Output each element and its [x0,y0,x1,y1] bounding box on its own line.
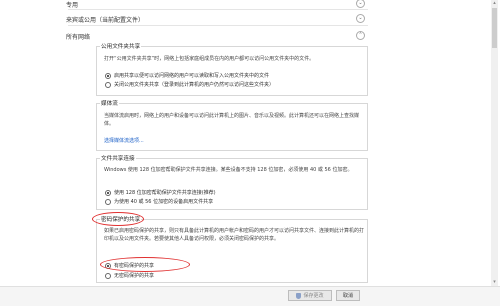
file-sharing-desc: Windows 使用 128 位加密帮助保护文件共享连接。某些设备不支持 128… [104,167,353,173]
radio-label: 无密码保护的共享 [114,273,155,279]
radio-label: 使用 128 位加密帮助保护文件共享连接(推荐) [114,190,216,196]
radio-public-on[interactable]: 启用共享以便可以访问网络的用户可以读取和写入公用文件夹中的文件 [105,72,269,79]
footer-bar [0,286,500,306]
divider [68,9,368,10]
radio-password-off[interactable]: 无密码保护的共享 [105,272,154,279]
shield-icon [296,292,302,299]
radio-unselected-icon [105,272,111,279]
scrollbar[interactable]: ▴ ▾ [491,0,498,286]
save-changes-button[interactable]: 保存更改 [288,290,332,301]
public-folder-group [96,46,368,96]
section-guest-title[interactable]: 来宾或公用（当前配置文件） [66,15,144,24]
radio-selected-icon [105,189,111,196]
scroll-thumb[interactable] [492,8,497,48]
media-desc: 当媒体流启用时，网络上的用户和设备可以访问此计算机上的图片、音乐以及视频。此计算… [104,113,360,127]
annotation-circle [92,212,144,226]
radio-label: 为使用 40 或 56 位加密的设备启用文件共享 [114,199,214,205]
radio-unselected-icon [105,198,111,205]
radio-selected-icon [105,72,111,79]
divider [68,25,368,26]
radio-128-bit[interactable]: 使用 128 位加密帮助保护文件共享连接(推荐) [105,189,216,196]
password-desc: 如果已启用密码保护的共享，则只有具备此计算机的用户帐户和密码的用户才可以访问共享… [104,228,365,242]
cancel-button[interactable]: 取消 [336,290,360,301]
chevron-down-icon[interactable]: ⌄ [356,14,365,23]
file-sharing-title: 文件共享连接 [100,154,136,162]
scroll-down-icon[interactable]: ▾ [491,279,498,286]
chevron-up-icon[interactable]: ⌃ [356,31,365,40]
scroll-up-icon[interactable]: ▴ [491,0,498,7]
radio-label: 关闭公用文件夹共享（登录到此计算机的用户仍然可以访问这些文件夹） [114,82,275,88]
annotation-circle [100,257,190,272]
section-private-title[interactable]: 专用 [66,0,78,9]
public-folder-title: 公用文件夹共享 [100,42,142,50]
media-title: 媒体流 [100,99,119,107]
media-options-link[interactable]: 选择媒体流选项... [104,137,144,144]
section-all-networks-title[interactable]: 所有网络 [66,32,90,41]
radio-public-off[interactable]: 关闭公用文件夹共享（登录到此计算机的用户仍然可以访问这些文件夹） [105,81,274,88]
radio-label: 启用共享以便可以访问网络的用户可以读取和写入公用文件夹中的文件 [114,73,270,79]
radio-unselected-icon [105,81,111,88]
public-folder-desc: 打开“公用文件夹共享”时，网络上包括家庭组成员在内的用户都可以访问公用文件夹中的… [104,56,315,62]
radio-40-56-bit[interactable]: 为使用 40 或 56 位加密的设备启用文件共享 [105,198,213,205]
save-label: 保存更改 [303,293,324,299]
